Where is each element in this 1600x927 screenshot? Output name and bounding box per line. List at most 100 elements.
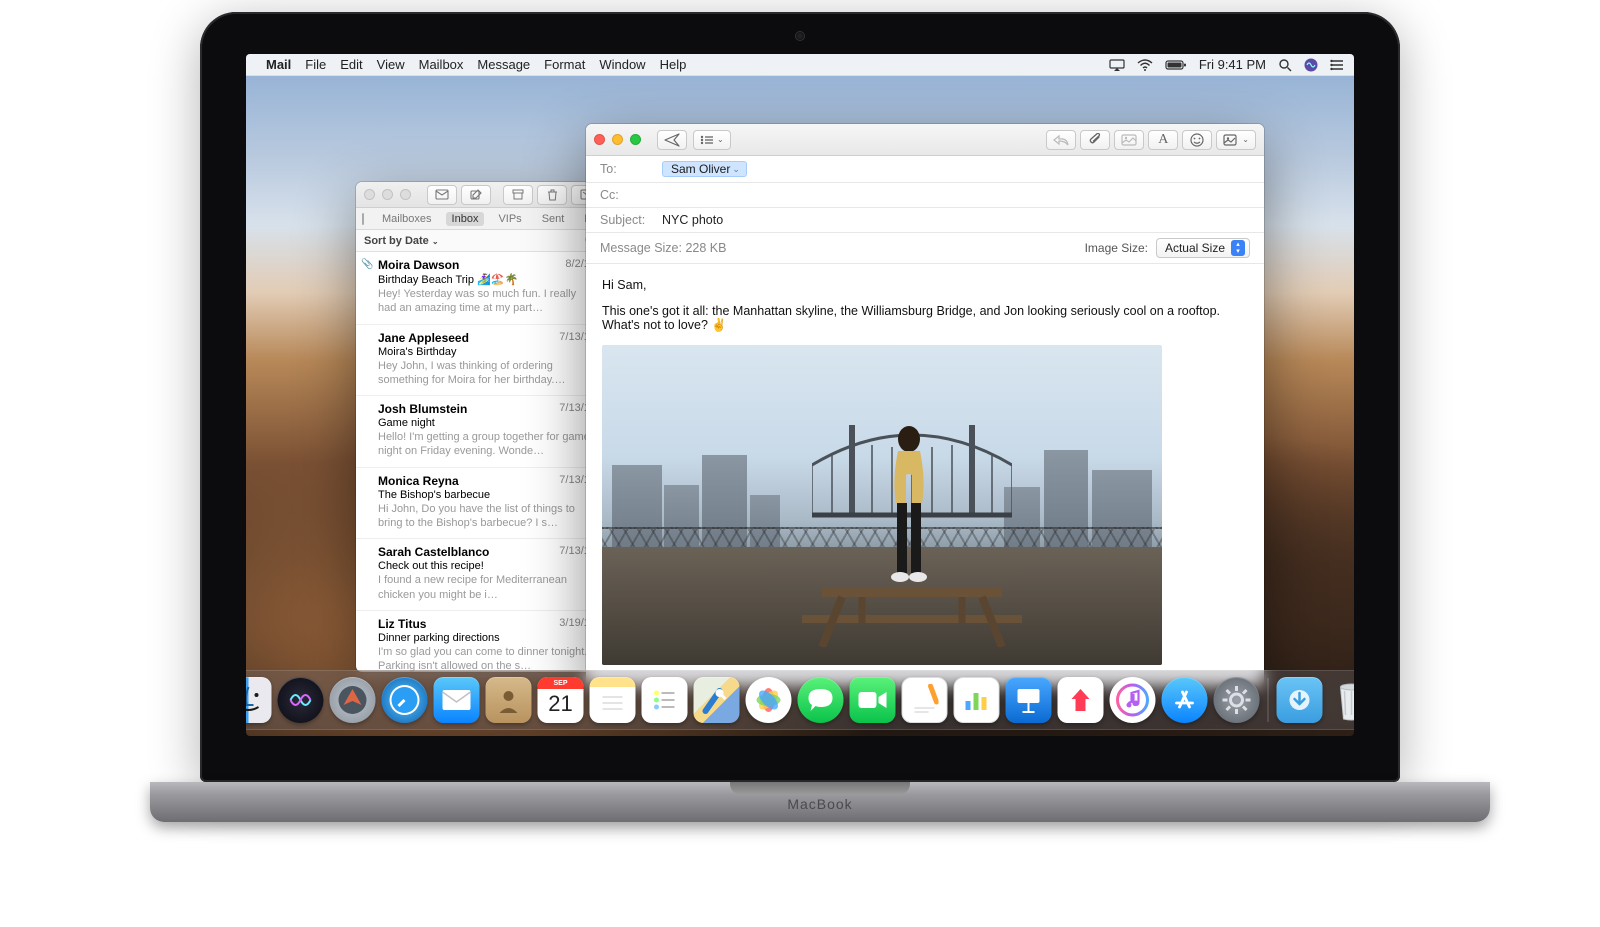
dock-maps[interactable]	[694, 677, 740, 723]
dock-notes[interactable]	[590, 677, 636, 723]
message-sender: Sarah Castelblanco	[378, 545, 489, 559]
header-fields-button[interactable]: ⌄	[693, 130, 731, 150]
stepper-icon: ▴▾	[1231, 240, 1245, 256]
message-size-value: 228 KB	[685, 241, 726, 255]
menubar-clock[interactable]: Fri 9:41 PM	[1199, 57, 1266, 72]
message-item[interactable]: Josh Blumstein7/13/18Game nightHello! I'…	[356, 396, 606, 468]
size-row: Message Size: 228 KB Image Size: Actual …	[586, 233, 1264, 264]
dock-trash[interactable]	[1329, 677, 1355, 723]
menu-help[interactable]: Help	[660, 57, 687, 72]
message-item[interactable]: 📎Moira Dawson8/2/18Birthday Beach Trip 🏄…	[356, 252, 606, 325]
recipient-token[interactable]: Sam Oliver⌄	[662, 161, 747, 177]
to-field-row[interactable]: To: Sam Oliver⌄	[586, 156, 1264, 183]
sort-bar[interactable]: Sort by Date ⌄	[356, 230, 606, 252]
siri-icon[interactable]	[1304, 58, 1318, 72]
menu-view[interactable]: View	[377, 57, 405, 72]
message-list[interactable]: 📎Moira Dawson8/2/18Birthday Beach Trip 🏄…	[356, 252, 606, 672]
fav-mailboxes[interactable]: Mailboxes	[376, 212, 438, 226]
emoji-button[interactable]	[1182, 130, 1212, 150]
message-item[interactable]: Sarah Castelblanco7/13/18Check out this …	[356, 539, 606, 611]
dock-itunes[interactable]	[1110, 677, 1156, 723]
dock-pages[interactable]	[902, 677, 948, 723]
chevron-down-icon: ⌄	[717, 135, 724, 144]
message-size-label: Message Size:	[600, 241, 682, 255]
compose-button[interactable]	[461, 185, 491, 205]
airplay-icon[interactable]	[1109, 59, 1125, 71]
subject-value[interactable]: NYC photo	[662, 213, 723, 227]
dock-facetime[interactable]	[850, 677, 896, 723]
close-button[interactable]	[364, 189, 375, 200]
message-item[interactable]: Liz Titus3/19/18Dinner parking direction…	[356, 611, 606, 672]
dock-messages[interactable]	[798, 677, 844, 723]
reply-button[interactable]	[1046, 130, 1076, 150]
dock-siri[interactable]	[278, 677, 324, 723]
dock: SEP 21	[246, 670, 1354, 730]
menu-edit[interactable]: Edit	[340, 57, 362, 72]
battery-icon[interactable]	[1165, 59, 1187, 71]
cc-field-row[interactable]: Cc:	[586, 183, 1264, 208]
message-sender: Josh Blumstein	[378, 402, 467, 416]
compose-body[interactable]: Hi Sam, This one's got it all: the Manha…	[586, 264, 1264, 686]
attach-button[interactable]	[1080, 130, 1110, 150]
send-button[interactable]	[657, 130, 687, 150]
zoom-button[interactable]	[630, 134, 641, 145]
dock-system-preferences[interactable]	[1214, 677, 1260, 723]
minimize-button[interactable]	[612, 134, 623, 145]
message-sender: Moira Dawson	[378, 258, 459, 272]
dock-finder[interactable]	[246, 677, 272, 723]
message-subject: Check out this recipe!	[378, 560, 596, 572]
dock-contacts[interactable]	[486, 677, 532, 723]
subject-label: Subject:	[600, 213, 652, 227]
notification-center-icon[interactable]	[1330, 59, 1344, 71]
menu-mailbox[interactable]: Mailbox	[419, 57, 464, 72]
fav-inbox[interactable]: Inbox	[446, 212, 485, 226]
sidebar-toggle-icon[interactable]	[362, 213, 364, 225]
wifi-icon[interactable]	[1137, 59, 1153, 71]
message-subject: Game night	[378, 417, 596, 429]
dock-numbers[interactable]	[954, 677, 1000, 723]
dock-launchpad[interactable]	[330, 677, 376, 723]
dock-safari[interactable]	[382, 677, 428, 723]
menu-app[interactable]: Mail	[266, 57, 291, 72]
dock-appstore[interactable]	[1162, 677, 1208, 723]
menu-format[interactable]: Format	[544, 57, 585, 72]
message-preview: Hello! I'm getting a group together for …	[378, 430, 596, 459]
message-item[interactable]: Monica Reyna7/13/18The Bishop's barbecue…	[356, 468, 606, 540]
menu-window[interactable]: Window	[599, 57, 645, 72]
favorites-bar: Mailboxes Inbox VIPs Sent Drafts	[356, 208, 606, 230]
format-button[interactable]: A	[1148, 130, 1178, 150]
dock-reminders[interactable]	[642, 677, 688, 723]
body-text: This one's got it all: the Manhattan sky…	[602, 304, 1248, 333]
inbox-titlebar[interactable]	[356, 182, 606, 208]
menu-message[interactable]: Message	[477, 57, 530, 72]
zoom-button[interactable]	[400, 189, 411, 200]
dock-calendar[interactable]: SEP 21	[538, 677, 584, 723]
photo-browser-button[interactable]: ⌄	[1216, 130, 1256, 150]
dock-downloads[interactable]	[1277, 677, 1323, 723]
markup-button[interactable]	[1114, 130, 1144, 150]
message-item[interactable]: Jane Appleseed7/13/18Moira's BirthdayHey…	[356, 325, 606, 397]
message-subject: The Bishop's barbecue	[378, 489, 596, 501]
compose-titlebar[interactable]: ⌄ A	[586, 124, 1264, 156]
spotlight-icon[interactable]	[1278, 58, 1292, 72]
menubar: Mail File Edit View Mailbox Message Form…	[246, 54, 1354, 76]
fav-vips[interactable]: VIPs	[492, 212, 527, 226]
message-preview: I found a new recipe for Mediterranean c…	[378, 573, 596, 602]
dock-keynote[interactable]	[1006, 677, 1052, 723]
menu-file[interactable]: File	[305, 57, 326, 72]
minimize-button[interactable]	[382, 189, 393, 200]
cc-label: Cc:	[600, 188, 652, 202]
delete-button[interactable]	[537, 185, 567, 205]
dock-photos[interactable]	[746, 677, 792, 723]
get-mail-button[interactable]	[427, 185, 457, 205]
attached-image[interactable]	[602, 345, 1162, 665]
chevron-down-icon: ⌄	[432, 237, 439, 246]
image-size-select[interactable]: Actual Size ▴▾	[1156, 238, 1250, 258]
archive-button[interactable]	[503, 185, 533, 205]
dock-news[interactable]	[1058, 677, 1104, 723]
subject-field-row[interactable]: Subject: NYC photo	[586, 208, 1264, 233]
dock-mail[interactable]	[434, 677, 480, 723]
dock-separator	[1268, 678, 1269, 722]
close-button[interactable]	[594, 134, 605, 145]
fav-sent[interactable]: Sent	[536, 212, 571, 226]
